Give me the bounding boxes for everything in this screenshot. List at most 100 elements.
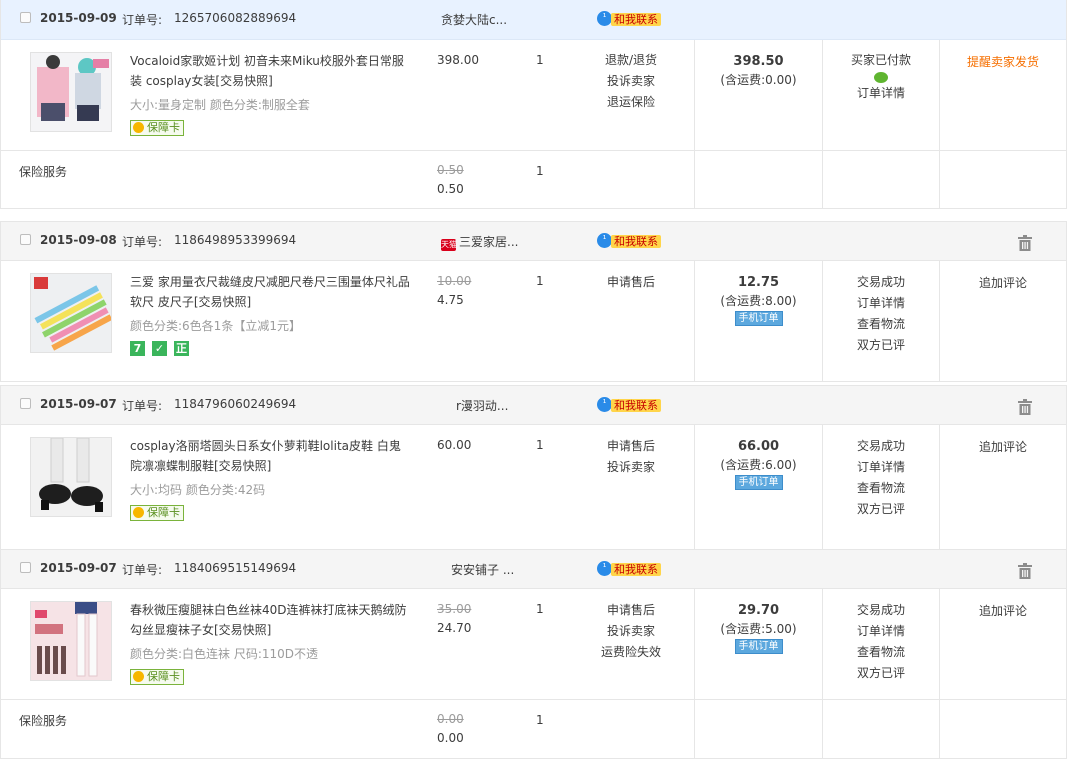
product-thumbnail[interactable] — [30, 52, 112, 132]
order-status: 交易成功 — [856, 439, 905, 453]
order-total: 398.50 — [733, 54, 784, 69]
shop-name-link[interactable]: r漫羽动... — [456, 397, 508, 414]
order-card: 2015-09-09 订单号: 1265706082889694 贪婪大陆c..… — [0, 0, 1067, 209]
order-header: 2015-09-09 订单号: 1265706082889694 贪婪大陆c..… — [1, 0, 1066, 40]
chat-icon[interactable] — [874, 72, 888, 83]
trash-icon[interactable] — [1017, 563, 1033, 579]
order-checkbox[interactable] — [20, 398, 31, 409]
insurance-service-label: 保险服务 — [19, 714, 68, 728]
view-logistics-link[interactable]: 查看物流 — [823, 314, 939, 335]
mobile-order-badge: 手机订单 — [734, 639, 783, 654]
unit-price: 4.75 — [437, 293, 464, 307]
service-quantity: 1 — [536, 164, 544, 178]
order-details-link[interactable]: 订单详情 — [823, 457, 939, 478]
add-review-link[interactable]: 追加评论 — [940, 438, 1066, 455]
genuine-icon[interactable]: 正 — [174, 341, 189, 356]
review-status: 双方已评 — [856, 338, 905, 352]
unit-price: 60.00 — [437, 438, 472, 452]
quantity: 1 — [536, 53, 544, 67]
apply-after-sale-link[interactable]: 申请售后 — [601, 436, 661, 457]
view-logistics-link[interactable]: 查看物流 — [823, 478, 939, 499]
guarantee-card-badge[interactable]: 保障卡 — [130, 505, 184, 521]
guarantee-icon[interactable]: ✓ — [152, 341, 167, 356]
product-title-link[interactable]: 三爱 家用量衣尺裁缝皮尺减肥尺卷尺三围量体尺礼品软尺 皮尺子[交易快照] — [130, 272, 410, 312]
tmall-icon: 天猫 — [441, 239, 457, 251]
quantity: 1 — [536, 274, 544, 288]
original-price: 0.00 — [437, 712, 464, 726]
order-number-label: 订单号: — [122, 235, 163, 249]
guarantee-card-badge[interactable]: 保障卡 — [130, 120, 184, 136]
view-logistics-link[interactable]: 查看物流 — [823, 642, 939, 663]
mobile-order-badge: 手机订单 — [734, 311, 783, 326]
order-total: 12.75 — [737, 275, 780, 290]
refund-return-link[interactable]: 退款/退货 — [601, 50, 661, 71]
shop-name-link[interactable]: 天猫 三爱家居... — [441, 233, 518, 251]
contact-label: 和我联系 — [611, 563, 661, 576]
order-number: 1184796060249694 — [174, 397, 297, 411]
order-details-link[interactable]: 订单详情 — [823, 83, 939, 104]
order-checkbox[interactable] — [20, 12, 31, 23]
order-date: 2015-09-07 — [40, 561, 117, 575]
order-checkbox[interactable] — [20, 234, 31, 245]
shipping-fee: (含运费:0.00) — [720, 73, 797, 87]
order-date: 2015-09-07 — [40, 397, 117, 411]
guarantee-card-badge[interactable]: 保障卡 — [130, 669, 184, 685]
review-status: 双方已评 — [856, 666, 905, 680]
original-price: 0.50 — [437, 163, 464, 177]
shop-name-link[interactable]: 贪婪大陆c... — [441, 11, 507, 28]
trash-icon[interactable] — [1017, 235, 1033, 251]
order-header: 2015-09-08 订单号: 1186498953399694 天猫 三爱家居.… — [1, 221, 1066, 261]
order-checkbox[interactable] — [20, 562, 31, 573]
quantity: 1 — [536, 602, 544, 616]
add-review-link[interactable]: 追加评论 — [940, 274, 1066, 291]
insurance-service-row: 保险服务 0.50 0.50 1 — [1, 151, 1066, 208]
complain-seller-link[interactable]: 投诉卖家 — [601, 457, 661, 478]
unit-price: 24.70 — [437, 621, 472, 635]
order-card: 2015-09-08 订单号: 1186498953399694 天猫 三爱家居.… — [0, 221, 1067, 382]
service-price: 0.00 — [437, 731, 464, 745]
order-details-link[interactable]: 订单详情 — [823, 293, 939, 314]
complain-seller-link[interactable]: 投诉卖家 — [601, 621, 661, 642]
product-thumbnail[interactable] — [30, 437, 112, 517]
shop-name-link[interactable]: 安安铺子 ... — [451, 561, 514, 578]
contact-label: 和我联系 — [611, 399, 661, 412]
order-status: 买家已付款 — [850, 53, 911, 67]
order-card: 2015-09-07 订单号: 1184796060249694 r漫羽动...… — [0, 385, 1067, 550]
trash-icon[interactable] — [1017, 399, 1033, 415]
order-header: 2015-09-07 订单号: 1184796060249694 r漫羽动...… — [1, 385, 1066, 425]
order-date: 2015-09-08 — [40, 233, 117, 247]
order-details-link[interactable]: 订单详情 — [823, 621, 939, 642]
order-total: 66.00 — [737, 439, 780, 454]
apply-after-sale-link[interactable]: 申请售后 — [601, 600, 661, 621]
product-title-link[interactable]: 春秋微压瘦腿袜白色丝袜40D连裤袜打底袜天鹅绒防勾丝显瘦袜子女[交易快照] — [130, 600, 410, 640]
product-sku: 颜色分类:6色各1条【立减1元】 — [130, 319, 301, 333]
seven-day-return-icon[interactable]: 7 — [130, 341, 145, 356]
item-row: Vocaloid家歌姬计划 初音未来Miku校服外套日常服装 cosplay女装… — [1, 40, 1066, 151]
order-date: 2015-09-09 — [40, 11, 117, 25]
order-card: 2015-09-07 订单号: 1184069515149694 安安铺子 ..… — [0, 549, 1067, 759]
product-thumbnail[interactable] — [30, 601, 112, 681]
product-thumbnail[interactable] — [30, 273, 112, 353]
chat-bubble-icon: ¹ — [597, 11, 612, 26]
order-total: 29.70 — [737, 603, 780, 618]
product-title-link[interactable]: Vocaloid家歌姬计划 初音未来Miku校服外套日常服装 cosplay女装… — [130, 51, 410, 91]
product-title-link[interactable]: cosplay洛丽塔圆头日系女仆萝莉鞋lolita皮鞋 白鬼院凛凛蝶制服鞋[交易… — [130, 436, 410, 476]
complain-seller-link[interactable]: 投诉卖家 — [601, 71, 661, 92]
review-status: 双方已评 — [856, 502, 905, 516]
quantity: 1 — [536, 438, 544, 452]
return-shipping-insurance-link[interactable]: 退运保险 — [601, 92, 661, 113]
add-review-link[interactable]: 追加评论 — [940, 602, 1066, 619]
order-number-label: 订单号: — [122, 399, 163, 413]
insurance-service-label: 保险服务 — [19, 165, 68, 179]
shipping-fee: (含运费:6.00) — [720, 458, 797, 472]
contact-label: 和我联系 — [611, 13, 661, 26]
remind-seller-ship-button[interactable]: 提醒卖家发货 — [940, 53, 1066, 70]
item-row: cosplay洛丽塔圆头日系女仆萝莉鞋lolita皮鞋 白鬼院凛凛蝶制服鞋[交易… — [1, 425, 1066, 549]
apply-after-sale-link[interactable]: 申请售后 — [601, 272, 661, 293]
mobile-order-badge: 手机订单 — [734, 475, 783, 490]
item-row: 三爱 家用量衣尺裁缝皮尺减肥尺卷尺三围量体尺礼品软尺 皮尺子[交易快照] 颜色分… — [1, 261, 1066, 381]
order-number-label: 订单号: — [122, 13, 163, 27]
shipping-insurance-expired: 运费险失效 — [601, 645, 662, 659]
product-sku: 大小:量身定制 颜色分类:制服全套 — [130, 98, 310, 112]
order-number: 1186498953399694 — [174, 233, 297, 247]
